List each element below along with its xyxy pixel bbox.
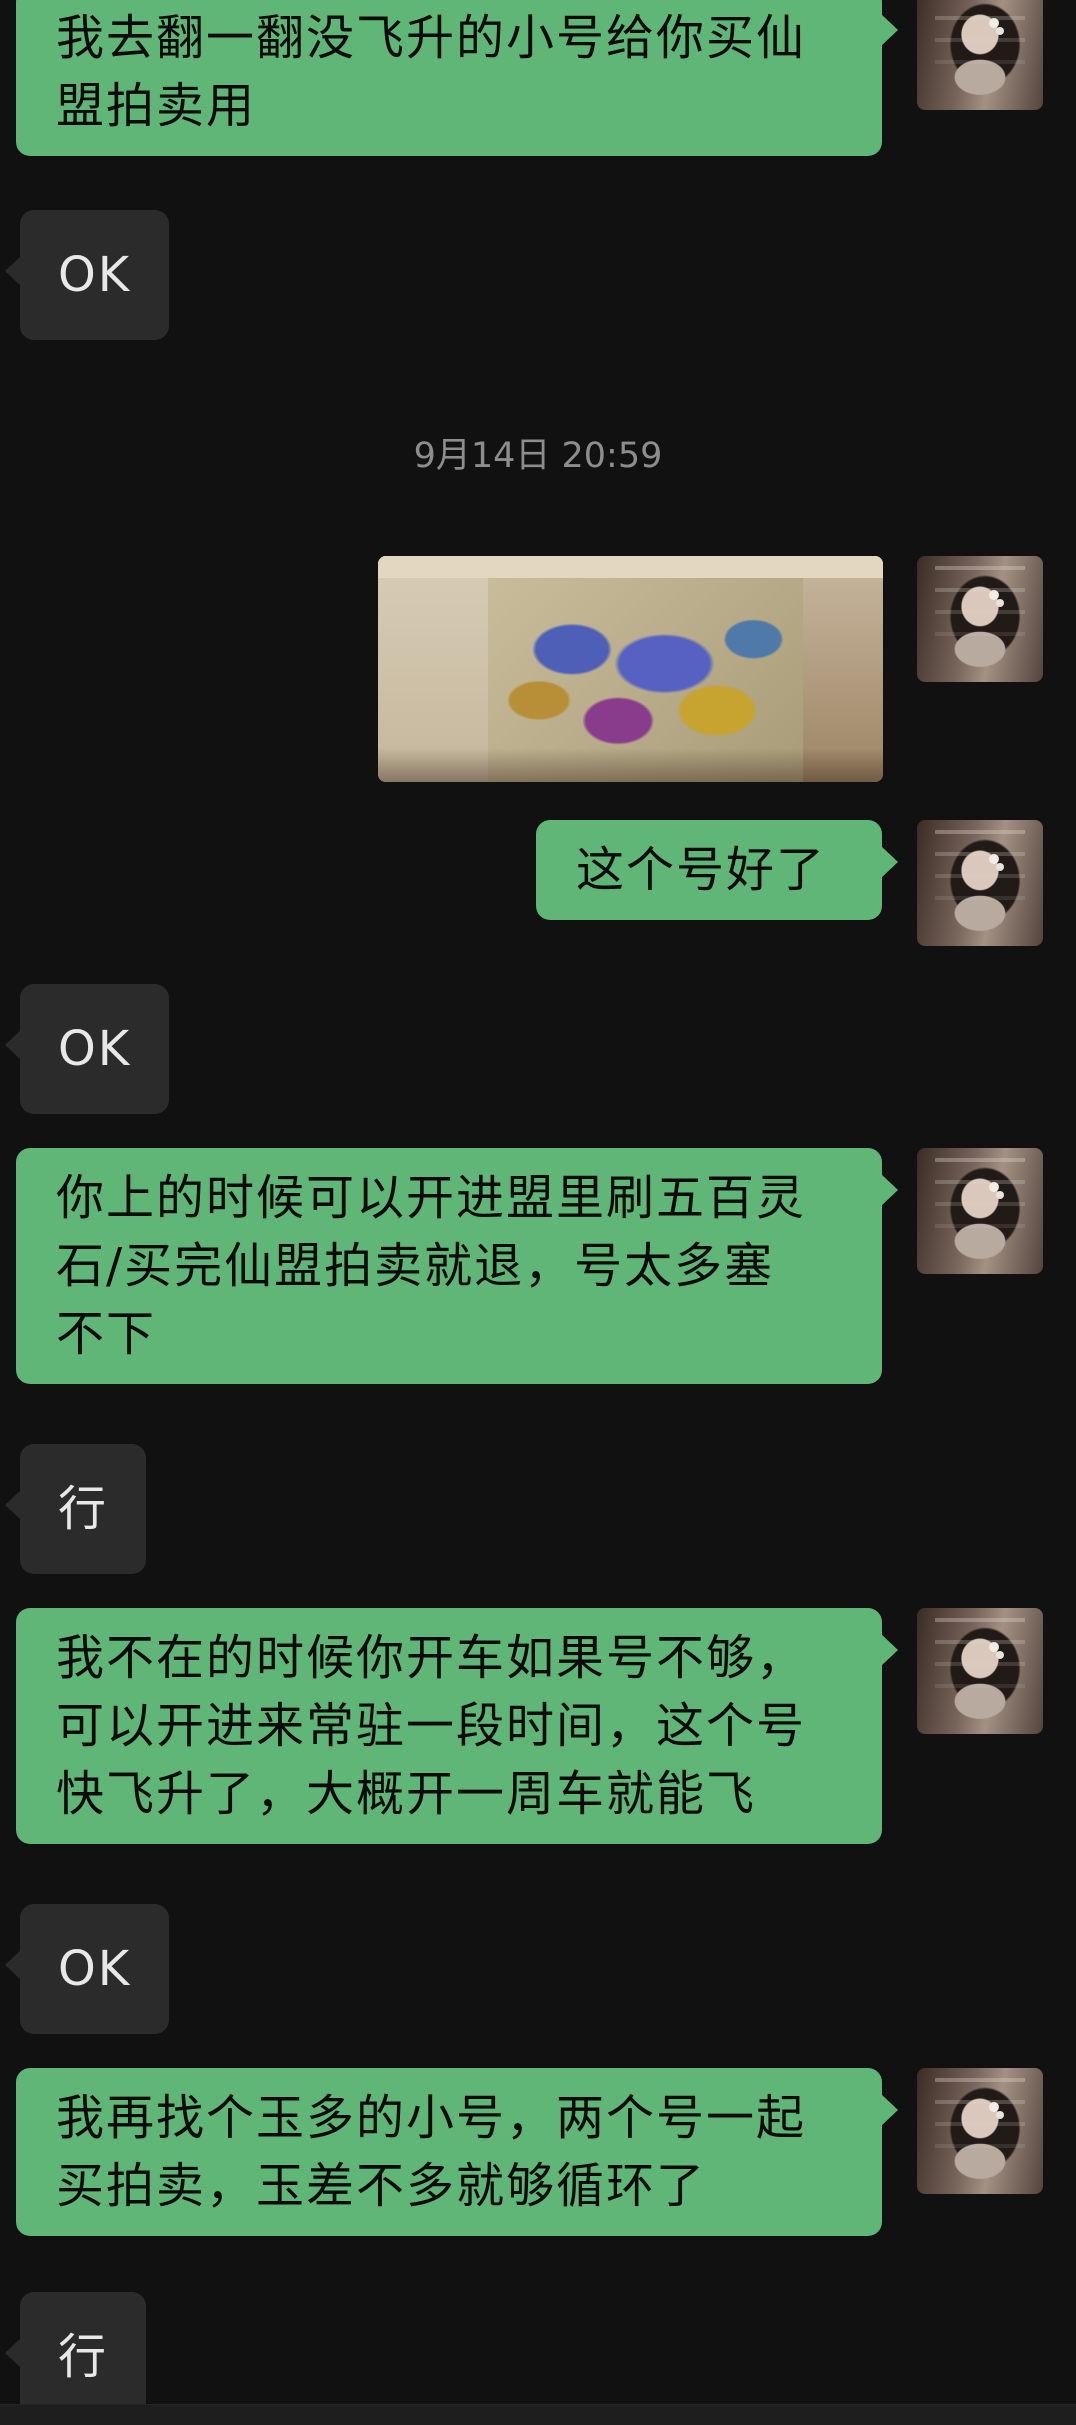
message-bubble-sent[interactable]: 我再找个玉多的小号，两个号一起 买拍卖，玉差不多就够循环了	[16, 2068, 898, 2236]
game-top-bar	[378, 556, 883, 578]
message-bubble-sent[interactable]: 你上的时候可以开进盟里刷五百灵 石/买完仙盟拍卖就退，号太多塞 不下	[16, 1148, 898, 1384]
message-bubble-received[interactable]: OK	[4, 1904, 170, 2034]
message-bubble-sent[interactable]: 我不在的时候你开车如果号不够， 可以开进来常驻一段时间，这个号 快飞升了，大概开…	[16, 1608, 898, 1844]
message-bubble-received[interactable]: 行	[4, 2292, 147, 2422]
message-bubble-received[interactable]: 行	[4, 1444, 147, 1574]
user-avatar[interactable]	[917, 820, 1043, 946]
message-bubble-sent[interactable]: 我去翻一翻没飞升的小号给你买仙 盟拍卖用	[16, 0, 898, 156]
user-avatar[interactable]	[917, 1608, 1043, 1734]
user-avatar[interactable]	[917, 0, 1043, 110]
input-bar[interactable]	[0, 2404, 1076, 2425]
message-bubble-received[interactable]: OK	[4, 210, 170, 340]
user-avatar[interactable]	[917, 2068, 1043, 2194]
image-message[interactable]	[378, 556, 883, 782]
chat-timestamp: 9月14日 20:59	[413, 436, 663, 476]
game-bottom-bar	[378, 748, 883, 782]
user-avatar[interactable]	[917, 1148, 1043, 1274]
message-bubble-sent[interactable]: 这个号好了	[536, 820, 898, 920]
message-bubble-received[interactable]: OK	[4, 984, 170, 1114]
user-avatar[interactable]	[917, 556, 1043, 682]
